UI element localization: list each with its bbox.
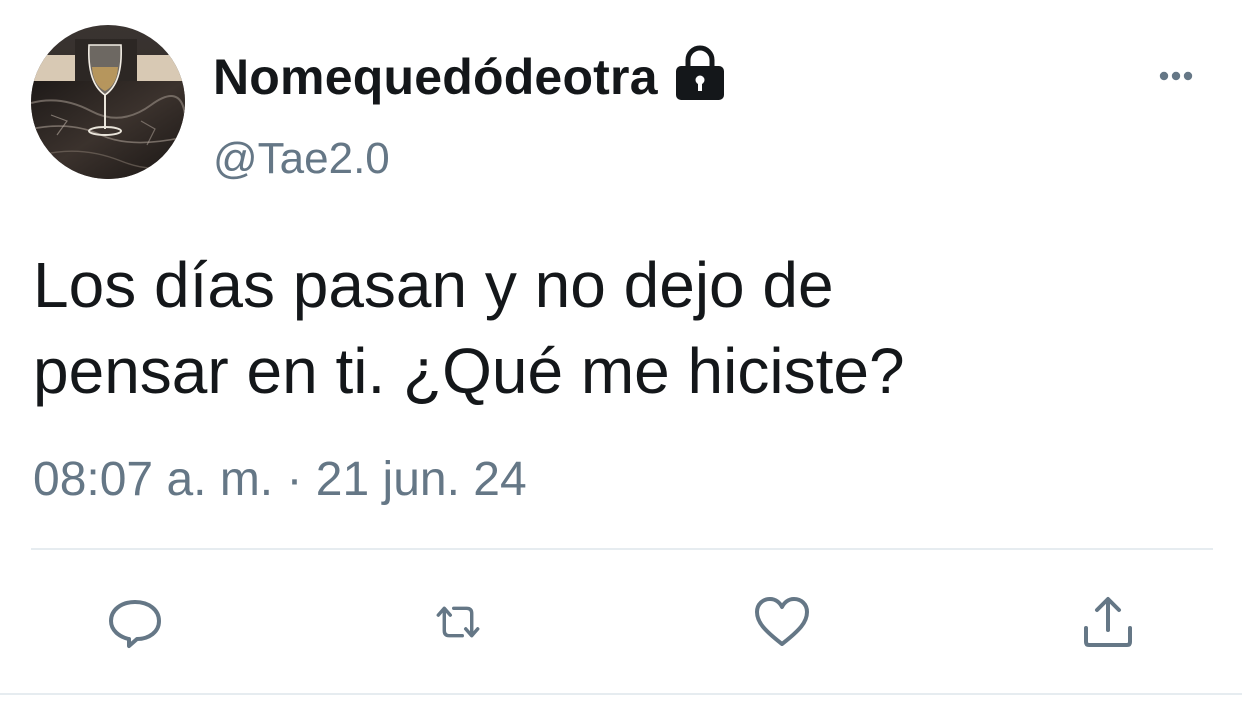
tweet-text-line: pensar en ti. ¿Qué me hiciste? (33, 335, 905, 407)
share-icon (1084, 597, 1132, 647)
reply-icon (109, 600, 161, 648)
display-name[interactable]: Nomequedódeotra (213, 48, 658, 106)
tweet-text-line: Los días pasan y no dejo de (33, 249, 834, 321)
tweet-text: Los días pasan y no dejo de pensar en ti… (33, 242, 1153, 414)
tweet-timestamp[interactable]: 08:07 a. m. · 21 jun. 24 (33, 452, 527, 507)
retweet-icon (436, 606, 480, 638)
share-button[interactable] (1078, 592, 1138, 652)
more-button[interactable] (1150, 56, 1210, 96)
divider (31, 548, 1213, 550)
user-handle[interactable]: @Tae2.0 (213, 134, 390, 184)
more-icon (1159, 71, 1193, 81)
retweet-button[interactable] (428, 592, 488, 652)
lock-icon (672, 44, 728, 104)
display-name-row: Nomequedódeotra (213, 44, 728, 110)
reply-button[interactable] (105, 592, 165, 652)
heart-icon (755, 597, 809, 646)
bottom-divider (0, 693, 1242, 695)
tweet-card: Nomequedódeotra @Tae2.0 Los días pasan y… (0, 0, 1242, 714)
avatar[interactable] (31, 25, 185, 179)
like-button[interactable] (752, 592, 812, 652)
wine-glass-avatar-icon (31, 25, 185, 179)
